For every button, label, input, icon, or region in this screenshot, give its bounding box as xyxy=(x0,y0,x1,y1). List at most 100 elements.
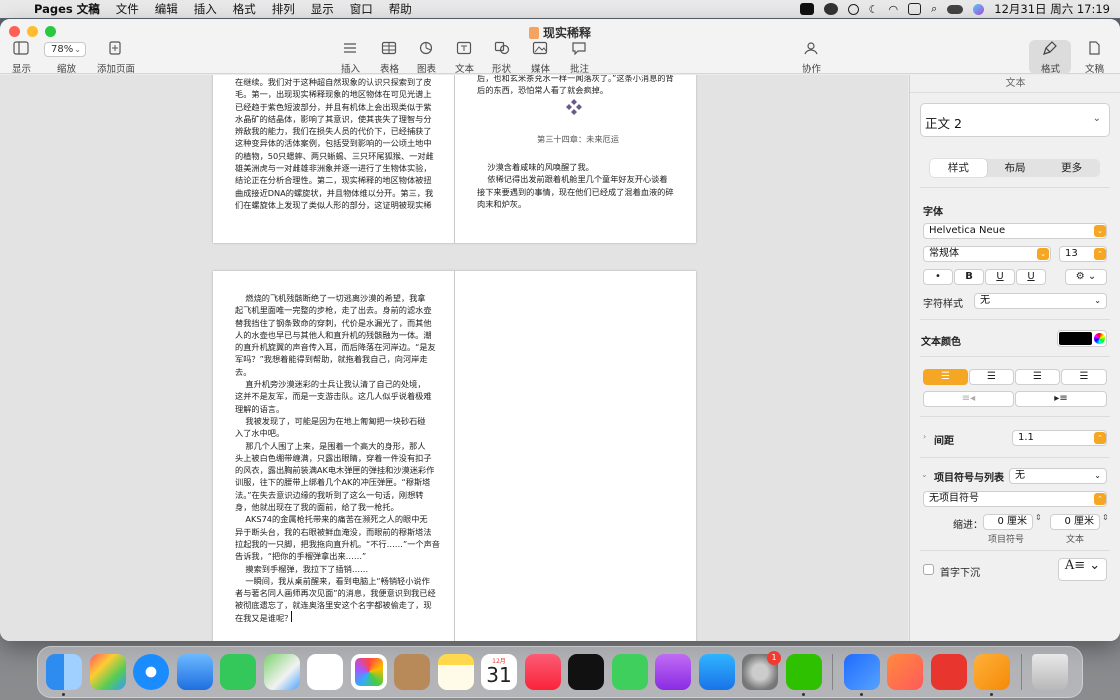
underline-button[interactable]: U xyxy=(985,269,1015,285)
document-canvas[interactable]: 在继续。我们对于这种超自然现象的认识只探索到了皮 毛。第一，出现现实稀释现象的地… xyxy=(0,75,908,641)
moon-icon[interactable]: ☾ xyxy=(869,3,879,16)
page-spread-top[interactable]: 在继续。我们对于这种超自然现象的认识只探索到了皮 毛。第一，出现现实稀释现象的地… xyxy=(213,75,696,243)
dropcap-style-select[interactable]: A≡ ⌄ xyxy=(1058,558,1107,581)
menu-format[interactable]: 格式 xyxy=(225,1,264,17)
menu-window[interactable]: 窗口 xyxy=(342,1,381,17)
zoom-select[interactable]: 78% ⌄ xyxy=(44,42,86,57)
align-left-button[interactable]: ☰ xyxy=(923,369,968,385)
text-color-well[interactable] xyxy=(1057,330,1107,347)
wechat-status-icon[interactable] xyxy=(823,3,838,15)
shape-button[interactable] xyxy=(494,41,510,59)
indent-bullet-field[interactable]: 0 厘米 xyxy=(983,514,1033,530)
font-weight-select[interactable]: 常规体 xyxy=(923,246,1051,262)
format-button[interactable] xyxy=(1042,41,1058,59)
align-center-button[interactable]: ☰ xyxy=(969,369,1014,385)
disclosure-chevron-icon[interactable]: › xyxy=(923,432,926,441)
font-family-select[interactable]: Helvetica Neue xyxy=(923,223,1107,239)
wechat-icon[interactable] xyxy=(785,654,822,696)
char-style-select[interactable]: 无 ⌄ xyxy=(974,293,1107,309)
paragraph-style-select[interactable]: 正文 2 ⌄ xyxy=(920,103,1110,137)
facetime-icon[interactable] xyxy=(220,654,256,690)
chapter-title[interactable]: 第三十四章：未来厄运 xyxy=(463,133,693,145)
tab-style[interactable]: 样式 xyxy=(930,159,987,177)
table-button[interactable] xyxy=(381,41,397,59)
search-icon[interactable]: ⌕ xyxy=(931,2,937,16)
tab-more[interactable]: 更多 xyxy=(1043,159,1100,177)
page-text-top-left[interactable]: 在继续。我们对于这种超自然现象的认识只探索到了皮 毛。第一，出现现实稀释现象的地… xyxy=(235,76,450,211)
play-status-icon[interactable] xyxy=(847,3,859,15)
menubar-clock[interactable]: 12月31日 周六 17:19 xyxy=(994,1,1110,17)
podcasts-icon[interactable] xyxy=(655,654,691,690)
bullets-select[interactable]: 无 ⌄ xyxy=(1009,468,1107,484)
strikethrough-button[interactable]: U xyxy=(1016,269,1046,285)
reminders-icon[interactable] xyxy=(307,654,343,690)
document-button[interactable] xyxy=(1086,41,1102,59)
decrease-indent-button[interactable]: ≡◂ xyxy=(923,391,1014,407)
bullet-type-select[interactable]: 无项目符号 xyxy=(923,491,1107,507)
app-store-icon[interactable] xyxy=(698,654,735,690)
display-button[interactable] xyxy=(13,41,29,59)
wifi-icon[interactable]: ◠ xyxy=(889,3,899,16)
finder-icon[interactable] xyxy=(46,654,82,696)
notes-icon[interactable] xyxy=(437,654,474,690)
comment-button[interactable] xyxy=(571,41,587,59)
feishu-icon[interactable] xyxy=(843,654,880,696)
font-family-stepper-icon[interactable]: ⌄ xyxy=(1094,225,1106,237)
launchpad-icon[interactable] xyxy=(89,654,126,690)
siri-icon[interactable] xyxy=(973,3,985,15)
align-right-button[interactable]: ☰ xyxy=(1015,369,1060,385)
bullet-type-stepper-icon[interactable]: ⌃ xyxy=(1094,493,1106,505)
feishu-status-icon[interactable] xyxy=(799,3,814,15)
menu-edit[interactable]: 编辑 xyxy=(147,1,186,17)
calendar-icon[interactable]: 12月 31 xyxy=(481,654,517,690)
menu-app-name[interactable]: Pages 文稿 xyxy=(30,1,108,17)
menu-insert[interactable]: 插入 xyxy=(186,1,225,17)
text-button[interactable] xyxy=(456,41,472,59)
text-options-button[interactable]: ⚙ ⌄ xyxy=(1065,269,1107,285)
music-icon[interactable] xyxy=(524,654,561,690)
add-page-button[interactable] xyxy=(107,41,123,59)
menu-view[interactable]: 显示 xyxy=(303,1,342,17)
media-button[interactable] xyxy=(532,41,548,59)
menu-help[interactable]: 帮助 xyxy=(381,1,420,17)
comment-label: 批注 xyxy=(570,64,590,75)
disclosure-chevron-icon[interactable]: ⌄ xyxy=(921,470,928,479)
indent-bullet-stepper-icon[interactable]: ⇕ xyxy=(1035,513,1042,522)
red-app-icon[interactable] xyxy=(930,654,967,690)
maps-icon[interactable] xyxy=(263,654,300,690)
tv-icon[interactable] xyxy=(568,654,604,690)
pages-icon[interactable] xyxy=(974,654,1010,696)
spacing-stepper-icon[interactable]: ⌃ xyxy=(1094,432,1106,444)
system-settings-icon[interactable]: 1 xyxy=(742,651,781,690)
trash-icon[interactable] xyxy=(1032,654,1068,690)
insert-button[interactable] xyxy=(342,41,358,59)
align-justify-button[interactable]: ☰ xyxy=(1061,369,1107,385)
photos-icon[interactable] xyxy=(350,654,387,690)
indent-text-stepper-icon[interactable]: ⇕ xyxy=(1102,513,1109,522)
collaborate-button[interactable] xyxy=(803,41,819,59)
dropcap-checkbox[interactable] xyxy=(923,564,934,575)
chart-button[interactable] xyxy=(418,41,434,59)
input-method-icon[interactable] xyxy=(908,3,922,15)
page-text-bottom-left[interactable]: 燃烧的飞机残骸断绝了一切逃离沙漠的希望，我拿 起飞机里面唯一完整的步枪，走了出去… xyxy=(235,292,450,624)
bullet-button[interactable]: • xyxy=(923,269,953,285)
increase-indent-button[interactable]: ▸≡ xyxy=(1015,391,1107,407)
messages-icon[interactable] xyxy=(611,654,648,690)
indent-text-field[interactable]: 0 厘米 xyxy=(1050,514,1100,530)
mail-icon[interactable] xyxy=(176,654,213,690)
tab-layout[interactable]: 布局 xyxy=(987,159,1044,177)
bold-button[interactable]: B xyxy=(954,269,984,285)
control-center-icon[interactable] xyxy=(947,4,964,14)
menu-file[interactable]: 文件 xyxy=(108,1,147,17)
spacing-select[interactable]: 1.1 xyxy=(1012,430,1107,446)
page-spread-bottom[interactable]: 燃烧的飞机残骸断绝了一切逃离沙漠的希望，我拿 起飞机里面唯一完整的步枪，走了出去… xyxy=(213,271,696,641)
anime-app-icon[interactable] xyxy=(887,654,923,690)
page-text-top-right-lines[interactable]: 后，也和玄米茶兑水一样一闻落灰了。”这条小消息的背 后的东西，恐怕常人看了就会疯… xyxy=(477,75,692,97)
page-text-top-right-body[interactable]: 沙漠含着咸味的风唤醒了我。 依稀记得出发前跟着机舱里几个童年好友开心谈着 接下来… xyxy=(477,161,692,210)
contacts-icon[interactable] xyxy=(394,654,430,690)
menu-arrange[interactable]: 排列 xyxy=(264,1,303,17)
safari-icon[interactable] xyxy=(133,654,169,690)
font-weight-stepper-icon[interactable]: ⌄ xyxy=(1037,248,1049,260)
font-size-stepper-icon[interactable]: ⌃ xyxy=(1094,248,1106,260)
color-wheel-icon[interactable] xyxy=(1094,333,1105,344)
